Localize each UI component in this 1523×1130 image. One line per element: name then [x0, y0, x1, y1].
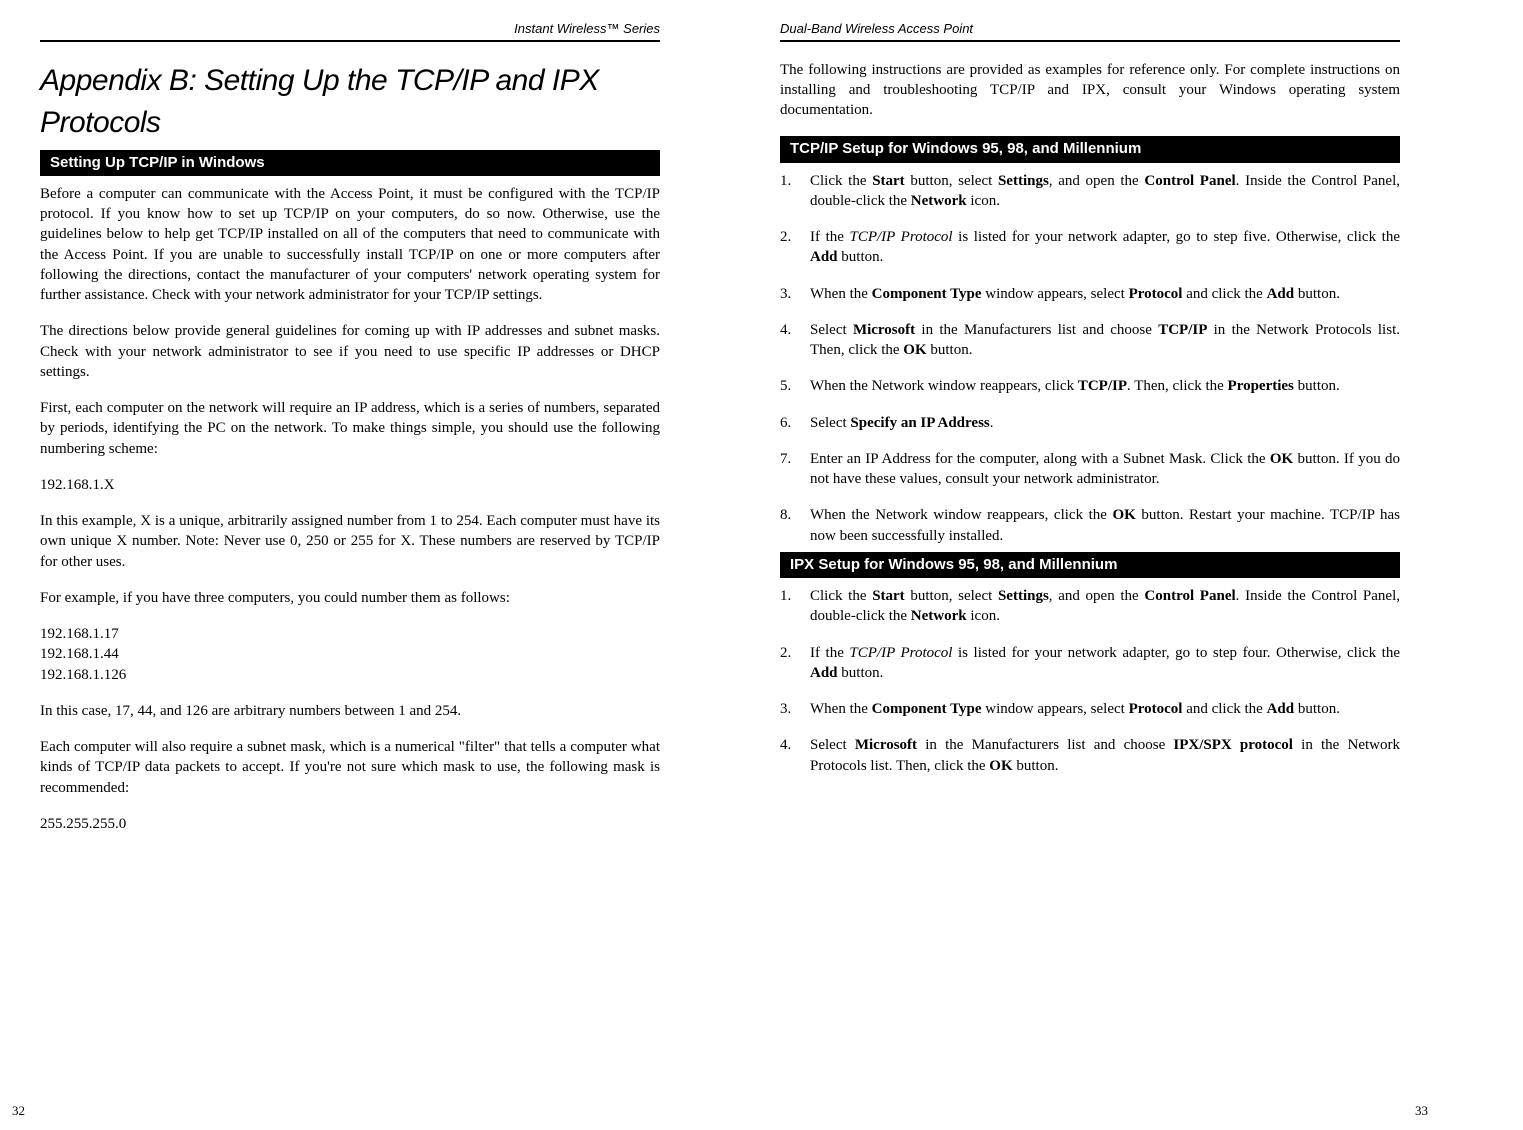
right-header: Dual-Band Wireless Access Point: [780, 20, 1400, 42]
left-page: Instant Wireless™ Series Appendix B: Set…: [40, 20, 660, 1100]
tcp-step-4: Select Microsoft in the Manufacturers li…: [802, 320, 1400, 361]
right-page: Dual-Band Wireless Access Point The foll…: [780, 20, 1400, 1100]
example-ip-3: 192.168.1.126: [40, 665, 660, 685]
tcp-step-8: When the Network window reappears, click…: [802, 505, 1400, 546]
tcp-step-6: Select Specify an IP Address.: [802, 413, 1400, 433]
ipx-step-4: Select Microsoft in the Manufacturers li…: [802, 735, 1400, 776]
page-number-left: 32: [12, 1102, 25, 1120]
left-header: Instant Wireless™ Series: [40, 20, 660, 42]
ipx-steps: Click the Start button, select Settings,…: [780, 586, 1400, 776]
example-ip-1: 192.168.1.17: [40, 624, 660, 644]
tcp-steps: Click the Start button, select Settings,…: [780, 171, 1400, 546]
section-tcpip-setup: TCP/IP Setup for Windows 95, 98, and Mil…: [780, 136, 1400, 162]
para-reference: The following instructions are provided …: [780, 60, 1400, 121]
right-content: The following instructions are provided …: [780, 60, 1400, 1100]
appendix-title: Appendix B: Setting Up the TCP/IP and IP…: [40, 60, 660, 144]
para-x-explain: In this example, X is a unique, arbitrar…: [40, 511, 660, 572]
para-example-intro: For example, if you have three computers…: [40, 588, 660, 608]
left-header-text: Instant Wireless™ Series: [40, 20, 660, 38]
para-ip-needed: First, each computer on the network will…: [40, 398, 660, 459]
left-content: Appendix B: Setting Up the TCP/IP and IP…: [40, 60, 660, 1100]
para-intro: Before a computer can communicate with t…: [40, 184, 660, 306]
right-header-text: Dual-Band Wireless Access Point: [780, 20, 973, 38]
subnet-mask: 255.255.255.0: [40, 814, 660, 834]
para-arbitrary: In this case, 17, 44, and 126 are arbitr…: [40, 701, 660, 721]
section-setting-up-tcpip: Setting Up TCP/IP in Windows: [40, 150, 660, 176]
page-number-right: 33: [1415, 1102, 1428, 1120]
tcp-step-7: Enter an IP Address for the computer, al…: [802, 449, 1400, 490]
example-ip-2: 192.168.1.44: [40, 644, 660, 664]
tcp-step-3: When the Component Type window appears, …: [802, 284, 1400, 304]
para-directions: The directions below provide general gui…: [40, 321, 660, 382]
tcp-step-1: Click the Start button, select Settings,…: [802, 171, 1400, 212]
ipx-step-2: If the TCP/IP Protocol is listed for you…: [802, 643, 1400, 684]
para-subnet: Each computer will also require a subnet…: [40, 737, 660, 798]
tcp-step-2: If the TCP/IP Protocol is listed for you…: [802, 227, 1400, 268]
ip-scheme: 192.168.1.X: [40, 475, 660, 495]
ipx-step-3: When the Component Type window appears, …: [802, 699, 1400, 719]
tcp-step-5: When the Network window reappears, click…: [802, 376, 1400, 396]
section-ipx-setup: IPX Setup for Windows 95, 98, and Millen…: [780, 552, 1400, 578]
ipx-step-1: Click the Start button, select Settings,…: [802, 586, 1400, 627]
